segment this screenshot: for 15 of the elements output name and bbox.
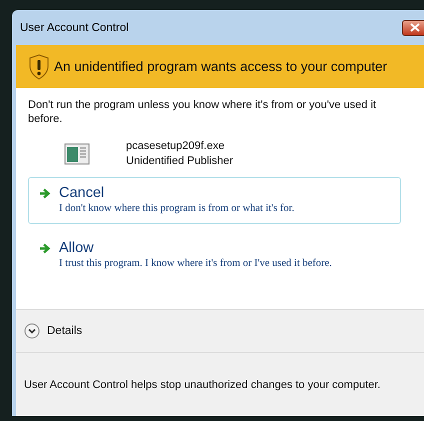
banner-heading: An unidentified program wants access to your computer [54, 59, 388, 74]
option-button[interactable]: Cancel I don't know where this program is from or what it's for. [28, 177, 401, 224]
arrow-icon [39, 242, 51, 254]
warning-message: Don't run the program unless you know where it's from or you've used it before. [28, 98, 378, 127]
footer-text: User Account Control helps stop unauthorized changes to your computer. [24, 378, 380, 391]
program-icon [64, 142, 90, 165]
publisher-name: Unidentified Publisher [126, 154, 234, 169]
program-name: pcasesetup209f.exe [126, 138, 226, 154]
shield-warning-icon [28, 54, 50, 80]
window-title: User Account Control [20, 22, 129, 34]
close-button[interactable] [402, 20, 424, 36]
arrow-icon [39, 188, 51, 199]
details-toggle[interactable]: Details [24, 323, 82, 340]
chevron-icon [24, 323, 40, 340]
close-icon [410, 23, 420, 32]
